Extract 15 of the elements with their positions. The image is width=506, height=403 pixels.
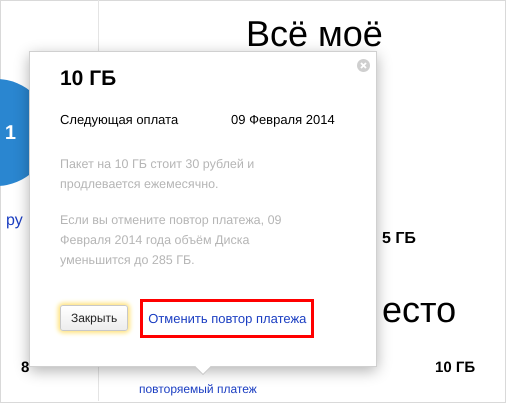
popup-title: 10 ГБ bbox=[60, 66, 118, 92]
next-payment-date: 09 Февраля 2014 bbox=[231, 112, 335, 128]
size-label: 5 ГБ bbox=[382, 229, 416, 249]
cancel-payment-link[interactable]: Отменить повтор платежа bbox=[140, 298, 314, 338]
size-label: 10 ГБ bbox=[435, 358, 476, 378]
close-icon[interactable] bbox=[357, 59, 370, 72]
info-text: Пакет на 10 ГБ стоит 30 рублей и продлевается ежемесячно. bbox=[60, 156, 256, 193]
next-payment-label: Следующая оплата bbox=[60, 112, 180, 128]
close-button[interactable]: Закрыть bbox=[60, 305, 128, 332]
recurring-payment-link[interactable]: повторяемый платеж bbox=[139, 380, 257, 398]
price-link[interactable]: ру bbox=[6, 209, 23, 233]
page-heading: Всё моё bbox=[246, 14, 383, 54]
size-label: 8 bbox=[21, 358, 30, 378]
section-heading: есто bbox=[382, 290, 456, 330]
info-text: Если вы отмените повтор платежа, 09 Февраля 2014 года объём Диска уменьшится до 285 ГБ. bbox=[60, 212, 282, 269]
